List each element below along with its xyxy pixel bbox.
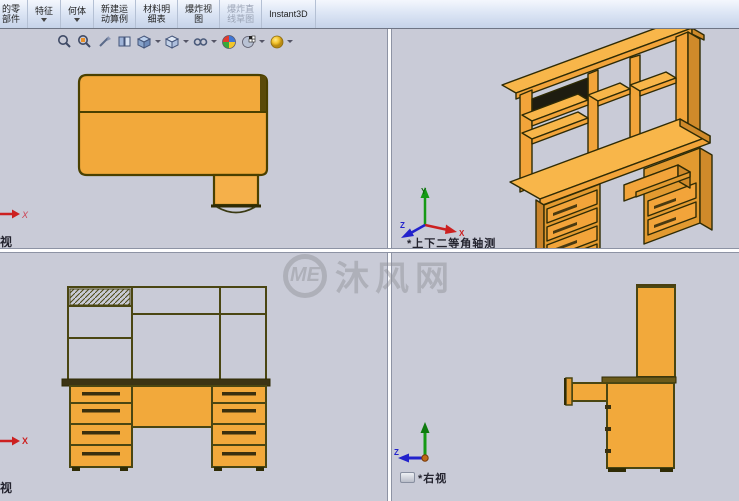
toolbar-button-instant3d[interactable]: Instant3D <box>262 0 316 28</box>
toolbar-button-bom[interactable]: 材料明 细表 <box>136 0 178 28</box>
dropdown-caret-icon <box>74 18 80 22</box>
viewport-isometric-view[interactable]: Y X Z *上下二等角轴测 <box>392 29 739 248</box>
dropdown-caret-icon[interactable] <box>287 40 293 43</box>
origin-triad: Z <box>394 419 454 474</box>
hide-show-items-icon[interactable] <box>192 33 209 50</box>
toolbar-button-label: 的零 <box>2 4 20 14</box>
dropdown-caret-icon[interactable] <box>211 40 217 43</box>
axis-z-label: Z <box>394 448 399 457</box>
zoom-to-area-icon[interactable] <box>76 33 93 50</box>
heads-up-view-toolbar <box>56 33 293 50</box>
front-view-drawing <box>0 253 387 501</box>
toolbar-button-label: 何体 <box>68 6 86 16</box>
toolbar-button-label: 部件 <box>2 14 20 24</box>
axis-z-label: Z <box>400 221 405 230</box>
axis-triad-x: X <box>0 204 30 224</box>
toolbar-spacer <box>316 0 739 28</box>
toolbar-button-label: 爆炸直 <box>227 4 254 14</box>
toolbar-button-components[interactable]: 的零 部件 <box>0 0 28 28</box>
edit-appearance-icon[interactable] <box>220 33 237 50</box>
view-name-label: 视 <box>0 233 12 248</box>
toolbar-button-exploded-view[interactable]: 爆炸视 图 <box>178 0 220 28</box>
viewport-front-view[interactable]: X 视 <box>0 253 387 501</box>
view-orientation-icon[interactable] <box>136 33 153 50</box>
toolbar-button-explode-line-sketch: 爆炸直 线草图 <box>220 0 262 28</box>
viewport-right-view[interactable]: Z *右视 <box>392 253 739 501</box>
toolbar-button-hetij[interactable]: 何体 <box>61 0 94 28</box>
apply-scene-icon[interactable] <box>240 33 257 50</box>
vertical-splitter[interactable] <box>387 29 392 501</box>
toolbar-button-label: 图 <box>194 14 203 24</box>
toolbar-button-features[interactable]: 特征 <box>28 0 61 28</box>
view-name-label: 视 <box>0 479 12 496</box>
view-settings-icon[interactable] <box>268 33 285 50</box>
viewport-top-view[interactable]: X 视 <box>0 29 387 248</box>
toolbar-button-label: 线草图 <box>227 14 254 24</box>
dropdown-caret-icon[interactable] <box>183 40 189 43</box>
horizontal-splitter[interactable] <box>0 248 739 253</box>
section-view-icon[interactable] <box>116 33 133 50</box>
toolbar-button-label: 材料明 <box>143 4 170 14</box>
dropdown-caret-icon[interactable] <box>155 40 161 43</box>
view-name-label: *右视 <box>400 470 447 486</box>
toolbar-button-label: 爆炸视 <box>185 4 212 14</box>
toolbar-button-new-motion-study[interactable]: 新建运 动算例 <box>94 0 136 28</box>
view-orientation-mini-icon <box>400 472 415 483</box>
zoom-to-fit-icon[interactable] <box>56 33 73 50</box>
toolbar-button-label: 特征 <box>35 6 53 16</box>
view-name-label: *上下二等角轴测 <box>407 235 496 248</box>
toolbar-button-label: 细表 <box>148 14 166 24</box>
previous-view-icon[interactable] <box>96 33 113 50</box>
graphics-area: X 视 <box>0 28 739 500</box>
axis-triad-x: X <box>0 431 30 451</box>
axis-x-label: X <box>21 210 29 220</box>
view-name-text: *右视 <box>418 473 447 485</box>
display-style-icon[interactable] <box>164 33 181 50</box>
dropdown-caret-icon[interactable] <box>259 40 265 43</box>
axis-x-label: X <box>22 436 28 446</box>
command-toolbar: 的零 部件 特征 何体 新建运 动算例 材料明 细表 爆炸视 图 爆炸直 线草图… <box>0 0 739 29</box>
toolbar-button-label: 新建运 <box>101 4 128 14</box>
dropdown-caret-icon <box>41 18 47 22</box>
axis-y-label: Y <box>421 187 427 196</box>
toolbar-button-label: 动算例 <box>101 14 128 24</box>
top-view-drawing <box>0 29 387 248</box>
toolbar-button-label: Instant3D <box>269 9 308 19</box>
